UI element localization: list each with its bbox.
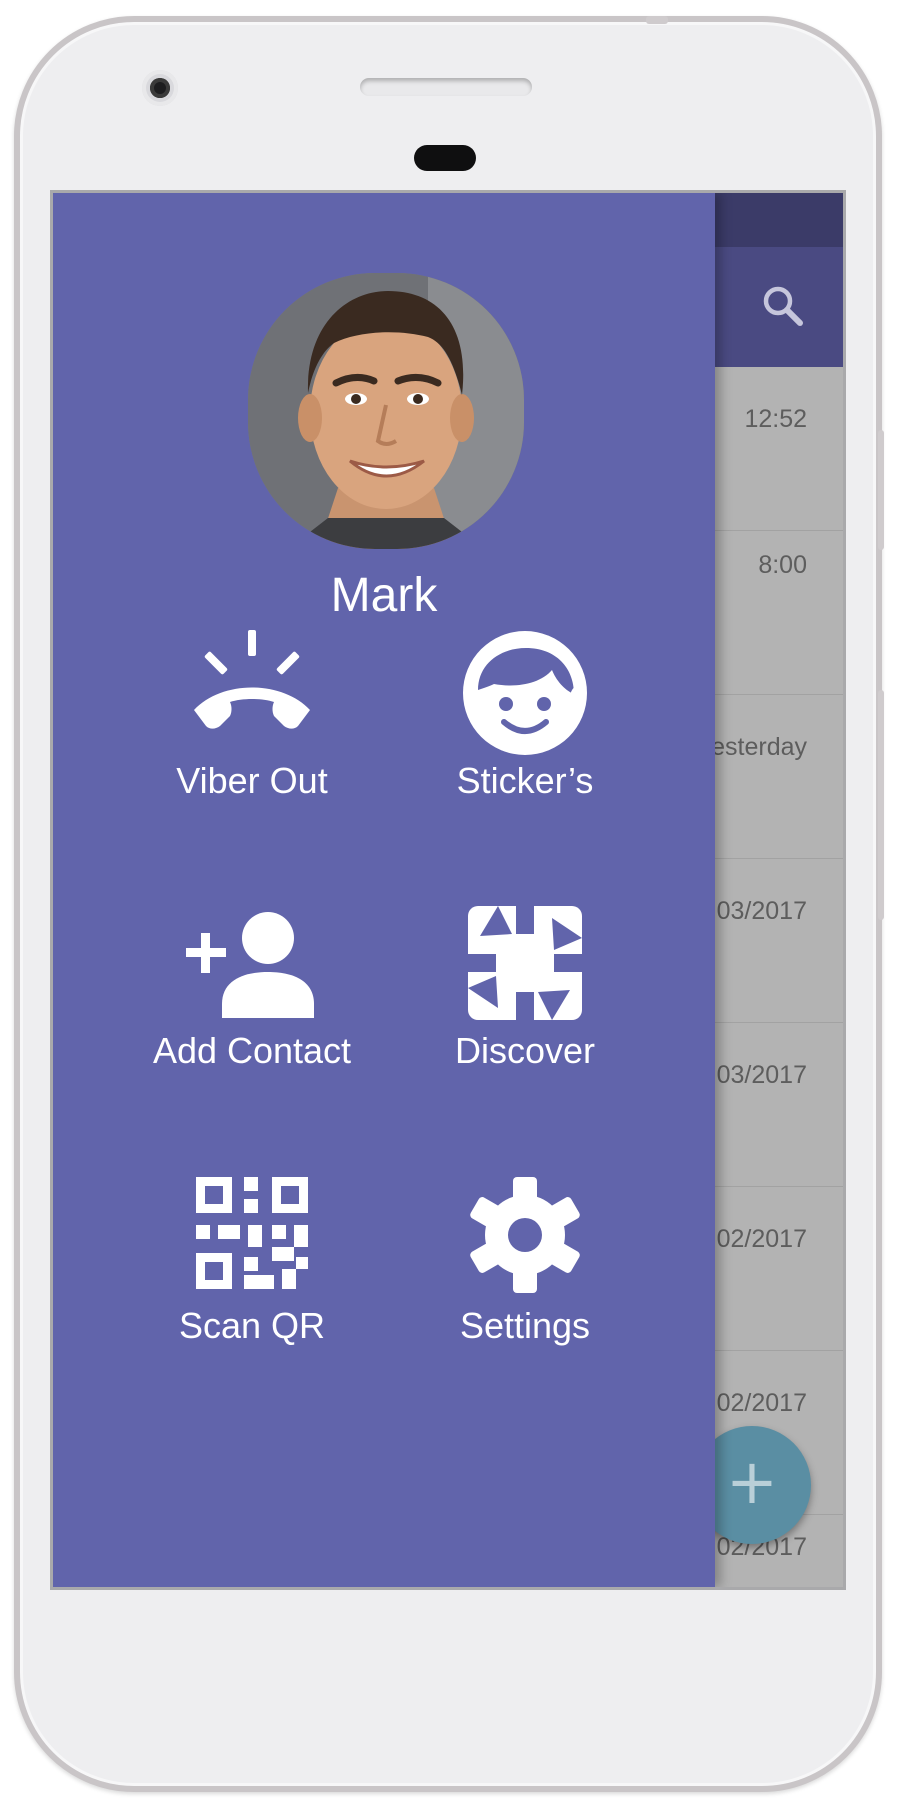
earpiece-speaker [360,78,532,96]
qr-code-icon [196,1177,308,1289]
menu-item-settings[interactable]: Settings [375,1173,675,1363]
avatar[interactable] [248,273,524,549]
menu-item-add-contact[interactable]: Add Contact [102,898,402,1088]
navigation-drawer: Mark Viber Out Sticker’s Add Contact Dis… [53,193,715,1587]
phone-ringing-icon [194,630,310,729]
front-camera [142,70,178,106]
gear-icon [470,1177,580,1293]
chat-time: esterday [711,733,807,761]
chat-time: 02/2017 [716,1389,807,1417]
menu-item-viber-out[interactable]: Viber Out [102,628,402,818]
volume-button [878,690,884,920]
menu-item-discover[interactable]: Discover [375,898,675,1088]
menu-item-label: Settings [459,1305,591,1346]
chat-time: 03/2017 [716,1061,807,1089]
power-button [878,430,884,550]
user-name: Mark [330,569,438,622]
screen: 12:52 8:00 esterday 03/2017 03/2017 02/2… [50,190,846,1590]
menu-item-label: Sticker’s [456,760,594,801]
menu-item-label: Discover [454,1030,596,1071]
search-icon[interactable] [758,281,808,331]
chat-time: 02/2017 [716,1225,807,1253]
face-icon [463,631,587,755]
menu-item-stickers[interactable]: Sticker’s [375,628,675,818]
chat-time: 12:52 [744,405,807,433]
menu-item-scan-qr[interactable]: Scan QR [102,1173,402,1363]
menu-item-label: Add Contact [152,1030,352,1071]
menu-item-label: Viber Out [176,760,328,801]
add-person-icon [186,912,314,1018]
menu-item-label: Scan QR [178,1305,326,1346]
discover-icon [468,906,582,1020]
proximity-sensor [414,145,476,171]
chat-time: 03/2017 [716,897,807,925]
chat-time: 8:00 [758,551,807,579]
top-notch [646,16,668,24]
